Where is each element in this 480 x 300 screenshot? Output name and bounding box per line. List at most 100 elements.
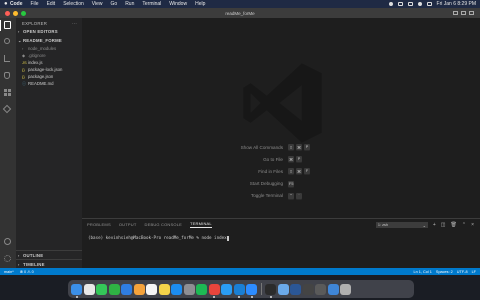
- extensions-activity[interactable]: [3, 89, 13, 98]
- file-name: index.js: [28, 60, 43, 65]
- dock-spotify-icon[interactable]: [196, 283, 207, 295]
- dock-safari-icon[interactable]: [221, 283, 232, 295]
- menu-file[interactable]: File: [31, 1, 39, 7]
- file-name: node_modules: [28, 46, 57, 51]
- menu-terminal[interactable]: Terminal: [142, 1, 161, 7]
- file-tree-item[interactable]: {} package-lock.json: [16, 66, 82, 73]
- menu-app-name[interactable]: Code: [10, 1, 23, 7]
- account-icon: [3, 238, 11, 245]
- file-name: package-lock.json: [28, 67, 63, 72]
- remote-activity[interactable]: [2, 104, 13, 115]
- encoding-status[interactable]: UTF-8: [457, 270, 468, 274]
- search-activity[interactable]: [3, 38, 13, 47]
- indentation-status[interactable]: Spaces: 2: [436, 270, 453, 274]
- siri-icon[interactable]: [388, 2, 393, 6]
- menu-help[interactable]: Help: [195, 1, 205, 7]
- file-tree-item[interactable]: › node_modules: [16, 45, 82, 52]
- editor-area[interactable]: Show All Commands ⇧ ⌘ P Go to File ⌘ P Find in …: [82, 18, 480, 218]
- dock-notes-icon[interactable]: [158, 283, 170, 295]
- tab-problems[interactable]: PROBLEMS: [87, 222, 111, 227]
- shortcut-label: Start Debugging: [249, 181, 283, 187]
- file-tree-item[interactable]: JS index.js: [16, 59, 82, 66]
- dock-facetime-icon[interactable]: [108, 283, 120, 295]
- terminal-output[interactable]: (base) kevinhsieh@MacBook-Pro readMe_for…: [88, 235, 229, 241]
- menu-view[interactable]: View: [92, 1, 103, 7]
- keycap: ⌘: [288, 156, 294, 163]
- sidebar-bottom-sections: › OUTLINE › TIMELINE: [16, 250, 82, 268]
- file-tree: › node_modules ◆ .gitignore JS index.js{} pack…: [16, 45, 82, 87]
- keycap: ⌘: [296, 168, 302, 175]
- dock-photos-icon[interactable]: [133, 283, 145, 295]
- kill-terminal-icon[interactable]: 🗑: [451, 222, 457, 228]
- shortcut-hint: Toggle Terminal ⌃ `: [202, 190, 402, 202]
- wifi-icon[interactable]: [407, 2, 413, 6]
- keycap: ⌃: [288, 192, 294, 199]
- keycap: ⌘: [296, 144, 302, 151]
- maximize-panel-icon[interactable]: ⌃: [462, 222, 466, 228]
- dock-finder-icon[interactable]: [71, 283, 82, 298]
- menu-window[interactable]: Window: [169, 1, 187, 7]
- dock-chrome-icon[interactable]: [208, 283, 220, 298]
- tab-terminal[interactable]: TERMINAL: [190, 221, 212, 228]
- dock-word-icon[interactable]: [290, 283, 301, 295]
- toggle-secondary-sidebar-icon[interactable]: [469, 11, 474, 15]
- manage-activity[interactable]: [3, 255, 13, 264]
- shortcut-hints: Show All Commands ⇧ ⌘ P Go to File ⌘ P Find in …: [202, 141, 402, 202]
- shortcut-label: Go to File: [263, 156, 283, 162]
- dock-launchpad-icon[interactable]: [83, 283, 95, 295]
- menu-go[interactable]: Go: [111, 1, 118, 7]
- dock-app-store-icon[interactable]: [171, 283, 182, 295]
- split-terminal-icon[interactable]: ◫: [441, 222, 446, 228]
- macos-menubar: ● Code File Edit Selection View Go Run T…: [0, 0, 480, 8]
- eol-status[interactable]: LF: [472, 270, 476, 274]
- dock-system-preferences-icon[interactable]: [183, 283, 195, 295]
- terminal-select[interactable]: 1: zsh ⌄: [375, 222, 428, 228]
- accounts-activity[interactable]: [3, 238, 13, 247]
- open-editors-section[interactable]: › OPEN EDITORS: [16, 27, 82, 36]
- dock-mail-icon[interactable]: [121, 283, 132, 295]
- tab-debug-console[interactable]: DEBUG CONSOLE: [145, 222, 183, 227]
- running-indicator: [269, 295, 272, 298]
- battery-icon[interactable]: [397, 2, 403, 6]
- dock-vscode-icon[interactable]: [233, 283, 245, 298]
- file-tree-item[interactable]: ⓘ README.md: [16, 80, 82, 87]
- timeline-section[interactable]: › TIMELINE: [16, 259, 82, 268]
- dock-downloads-icon[interactable]: [327, 283, 339, 295]
- more-actions-icon[interactable]: ···: [72, 21, 77, 27]
- menubar-clock[interactable]: Fri Jan 6 8:29 PM: [437, 1, 476, 7]
- git-branch-status[interactable]: main*: [4, 270, 14, 274]
- toggle-panel-icon[interactable]: [461, 11, 466, 15]
- dock-messages-icon[interactable]: [96, 283, 107, 295]
- dock-activity-icon[interactable]: [315, 283, 326, 295]
- shortcut-keys: F5: [288, 180, 295, 187]
- terminal-select-value: 1: zsh: [377, 223, 388, 227]
- control-center-icon[interactable]: [426, 2, 432, 6]
- explorer-activity[interactable]: [0, 20, 13, 31]
- outline-section[interactable]: › OUTLINE: [16, 250, 82, 259]
- close-panel-icon[interactable]: ×: [471, 222, 474, 228]
- file-tree-item[interactable]: {} package.json: [16, 73, 82, 80]
- keycap: ⇧: [288, 168, 294, 175]
- new-terminal-icon[interactable]: +: [433, 222, 436, 228]
- markdown-icon: ⓘ: [22, 80, 26, 86]
- dock-calendar-icon[interactable]: [146, 283, 157, 295]
- toggle-sidebar-icon[interactable]: [453, 11, 458, 15]
- dock-trash-icon[interactable]: [340, 283, 351, 295]
- run-debug-activity[interactable]: [3, 72, 13, 81]
- menu-run[interactable]: Run: [125, 1, 134, 7]
- menu-edit[interactable]: Edit: [47, 1, 56, 7]
- dock-zoom-icon[interactable]: [246, 283, 257, 298]
- menu-selection[interactable]: Selection: [63, 1, 84, 7]
- source-control-activity[interactable]: [3, 55, 13, 64]
- file-tree-item[interactable]: ◆ .gitignore: [16, 52, 82, 59]
- problems-status[interactable]: ⊗ 0 ⚠ 0: [20, 269, 34, 274]
- dock-preview-icon[interactable]: [277, 283, 289, 295]
- search-icon[interactable]: [417, 2, 422, 6]
- dock-terminal-icon[interactable]: [265, 283, 276, 298]
- shortcut-hint: Show All Commands ⇧ ⌘ P: [202, 141, 402, 153]
- dock-github-icon[interactable]: [302, 283, 314, 295]
- tab-output[interactable]: OUTPUT: [119, 222, 137, 227]
- project-folder-section[interactable]: ⌄ README_FORME: [16, 36, 82, 45]
- cursor-position-status[interactable]: Ln 1, Col 1: [414, 270, 432, 274]
- running-indicator: [75, 295, 78, 298]
